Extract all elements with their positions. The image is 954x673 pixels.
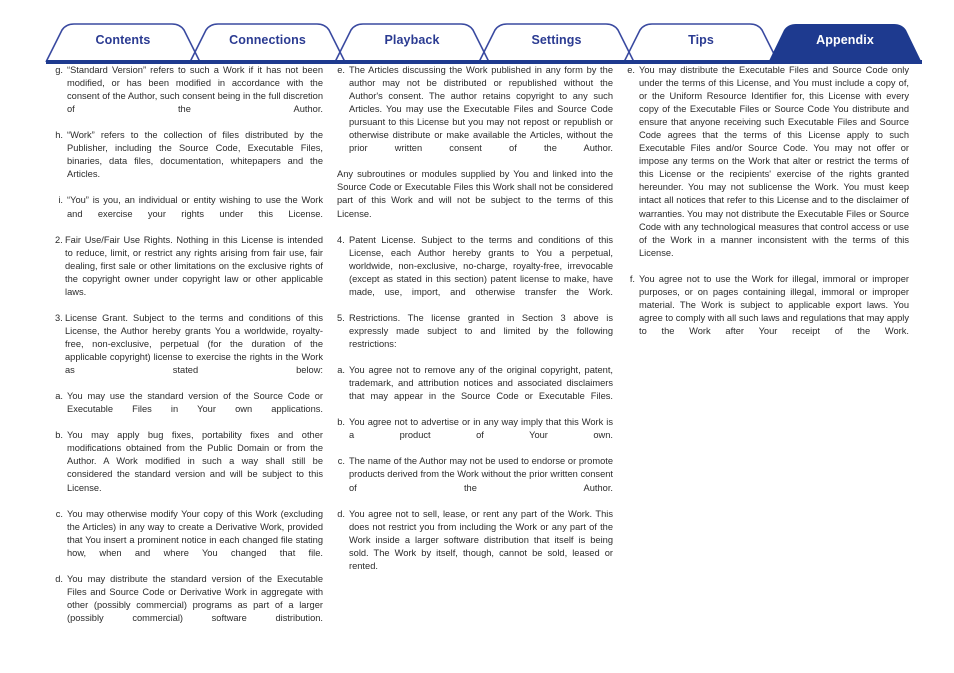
tab-settings[interactable]: Settings [495,32,618,48]
column-left: g. “Standard Version” refers to such a W… [55,64,323,638]
list-marker: h. [55,130,63,141]
list-marker: e. [337,65,345,75]
list-marker: c. [55,508,63,519]
list-text: “Work” refers to the collection of files… [67,130,323,180]
list-marker: 5. [337,312,345,323]
list-text: Patent License. Subject to the terms and… [349,234,613,297]
list-item: 5. Restrictions. The license granted in … [337,312,613,364]
list-text: The name of the Author may not be used t… [349,456,613,493]
list-text: You may use the standard version of the … [67,391,323,415]
column-middle: e. The Articles discussing the Work publ… [337,64,613,586]
list-text: Fair Use/Fair Use Rights. Nothing in thi… [65,234,323,297]
tab-connections[interactable]: Connections [206,32,329,48]
list-text: The Articles discussing the Work publish… [349,65,613,154]
tab-tips[interactable]: Tips [640,32,762,48]
tab-contents[interactable]: Contents [62,32,184,48]
list-marker: b. [55,430,63,441]
list-text: You may otherwise modify Your copy of th… [67,508,323,558]
list-item: a. You may use the standard version of t… [55,390,323,429]
list-marker: 3. [55,312,63,323]
list-item: c. The name of the Author may not be use… [337,455,613,507]
list-item: i. “You” is you, an individual or entity… [55,194,323,233]
list-marker: a. [337,365,345,376]
list-item: 4. Patent License. Subject to the terms … [337,234,613,312]
content-columns: g. “Standard Version” refers to such a W… [0,64,954,623]
list-item: f. You agree not to use the Work for ill… [627,273,909,351]
list-text: “Standard Version” refers to such a Work… [67,65,323,115]
list-item: 2. Fair Use/Fair Use Rights. Nothing in … [55,234,323,312]
list-item: b. You may apply bug fixes, portability … [55,429,323,507]
list-item: c. You may otherwise modify Your copy of… [55,508,323,573]
tab-appendix[interactable]: Appendix [784,32,906,48]
list-marker: d. [337,508,345,519]
list-text: You agree not to use the Work for illega… [639,273,909,336]
list-item: b. You agree not to advertise or in any … [337,416,613,455]
list-marker: c. [337,456,345,467]
list-marker: f. [629,273,635,284]
list-item: 3. License Grant. Subject to the terms a… [55,312,323,390]
list-item: a. You agree not to remove any of the or… [337,364,613,416]
column-right: e. You may distribute the Executable Fil… [627,64,909,351]
tab-playback[interactable]: Playback [351,32,473,48]
list-marker: b. [337,417,345,428]
list-marker: d. [55,573,63,584]
list-text: You agree not to remove any of the origi… [349,365,613,402]
list-text: You agree not to advertise or in any way… [349,417,613,441]
top-tab-bar: Contents Connections Playback Settings T… [0,18,954,64]
list-text: You may apply bug fixes, portability fix… [67,430,323,493]
list-text: “You” is you, an individual or entity wi… [67,195,323,219]
document-page: Contents Connections Playback Settings T… [0,0,954,673]
footer-navigation: Front panel Display Rear panel 231 Remot… [0,600,954,660]
list-item: g. “Standard Version” refers to such a W… [55,64,323,129]
paragraph: Any subroutines or modules supplied by Y… [337,169,613,219]
list-item: h. “Work” refers to the collection of fi… [55,129,323,194]
list-marker: g. [55,65,63,75]
list-marker: 4. [337,234,345,245]
list-marker: 2. [55,234,63,245]
list-text: You may distribute the Executable Files … [639,65,909,258]
list-text: Restrictions. The license granted in Sec… [349,312,613,349]
list-item: e. The Articles discussing the Work publ… [337,64,613,168]
list-item: d. You agree not to sell, lease, or rent… [337,508,613,586]
list-marker: e. [627,65,635,75]
list-text: You agree not to sell, lease, or rent an… [349,508,613,571]
list-text: License Grant. Subject to the terms and … [65,312,323,376]
list-marker: i. [58,195,63,206]
list-marker: a. [55,391,63,402]
list-item: e. You may distribute the Executable Fil… [627,64,909,273]
